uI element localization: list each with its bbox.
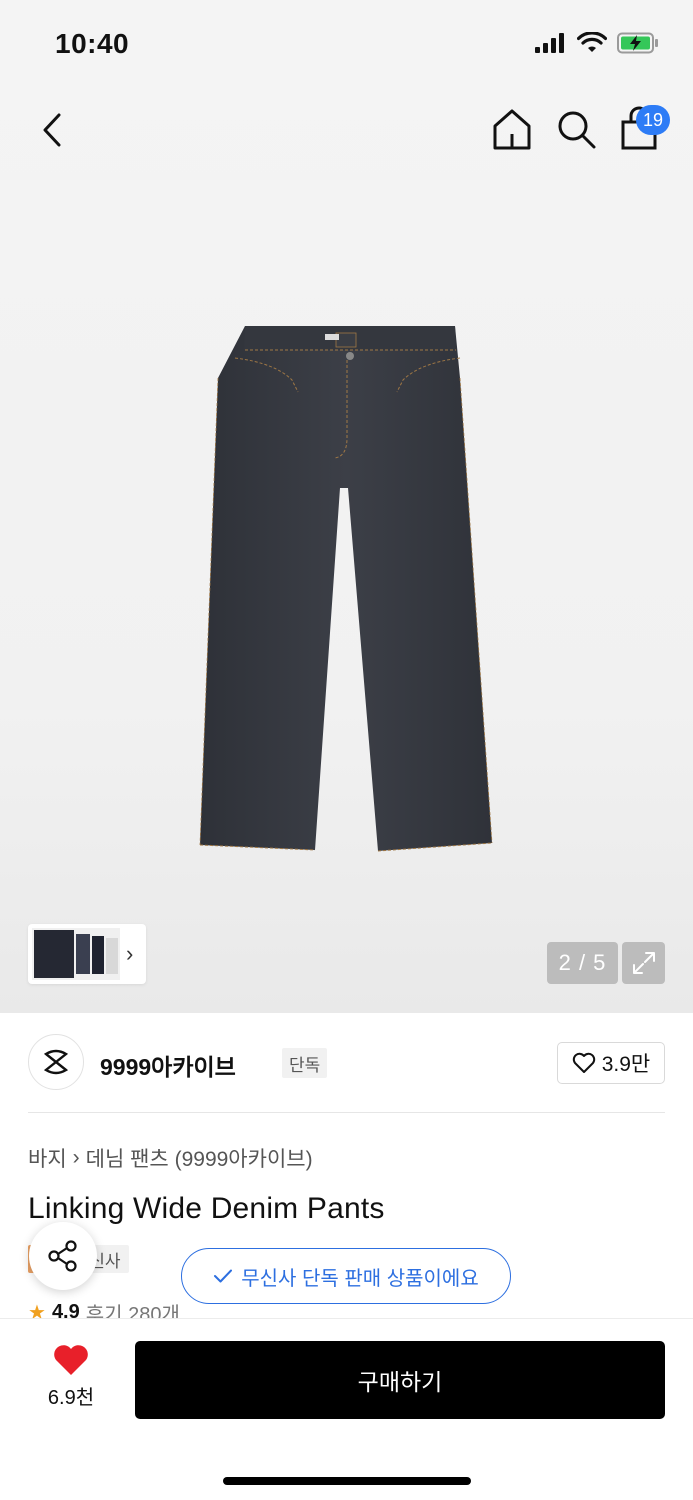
brand-logo[interactable] <box>28 1034 84 1090</box>
fullscreen-button[interactable] <box>622 942 665 984</box>
exclusive-badge: 단독 <box>282 1048 328 1078</box>
signal-icon <box>535 33 564 53</box>
breadcrumb-subcategory[interactable]: 데님 팬츠 (9999아카이브) <box>86 1143 313 1173</box>
divider <box>28 1112 665 1113</box>
share-icon <box>48 1240 77 1272</box>
search-icon <box>558 111 596 149</box>
chevron-left-icon <box>43 113 61 147</box>
thumbnail-strip[interactable]: › <box>28 924 146 984</box>
wishlist-button[interactable]: 6.9천 <box>28 1343 114 1419</box>
cart-count-badge: 19 <box>636 105 670 135</box>
wifi-icon <box>577 32 607 52</box>
thumbnail-image <box>32 928 120 980</box>
chevron-right-icon: › <box>126 941 134 966</box>
battery-charging-icon <box>617 32 658 54</box>
toast-message: 무신사 단독 판매 상품이에요 <box>241 1267 479 1290</box>
brand-logo-icon <box>43 1049 69 1075</box>
top-nav <box>0 100 693 160</box>
home-icon <box>493 109 531 150</box>
status-time: 10:40 <box>55 28 130 59</box>
chevron-right-icon: › <box>72 1146 80 1169</box>
check-icon <box>214 1269 233 1283</box>
brand-like-count: 3.9만 <box>601 1053 651 1076</box>
exclusive-toast: 무신사 단독 판매 상품이에요 <box>181 1248 511 1304</box>
heart-filled-icon <box>54 1345 88 1375</box>
brand-like-button[interactable]: 3.9만 <box>557 1042 665 1084</box>
breadcrumb: 바지 › 데님 팬츠 (9999아카이브) <box>28 1143 313 1173</box>
breadcrumb-category[interactable]: 바지 <box>28 1143 67 1173</box>
product-image[interactable] <box>190 318 502 863</box>
home-indicator <box>223 1477 471 1485</box>
status-bar: 10:40 <box>0 0 693 88</box>
product-title: Linking Wide Denim Pants <box>28 1192 385 1225</box>
expand-icon <box>632 952 655 974</box>
buy-button[interactable]: 구매하기 <box>135 1341 665 1419</box>
brand-row: 9999아카이브 단독 3.9만 <box>28 1034 665 1092</box>
share-button[interactable] <box>29 1222 97 1290</box>
wishlist-count: 6.9천 <box>47 1387 95 1409</box>
heart-outline-icon <box>572 1052 595 1073</box>
home-button[interactable] <box>489 106 535 152</box>
product-gallery[interactable]: 10:40 19 › 2 / 5 <box>0 0 693 1013</box>
brand-name[interactable]: 9999아카이브 <box>100 1048 236 1082</box>
status-icons <box>535 32 659 54</box>
image-pager: 2 / 5 <box>547 942 618 984</box>
back-button[interactable] <box>30 108 74 152</box>
bottom-action-bar: 6.9천 구매하기 <box>0 1318 693 1500</box>
search-button[interactable] <box>553 106 599 152</box>
